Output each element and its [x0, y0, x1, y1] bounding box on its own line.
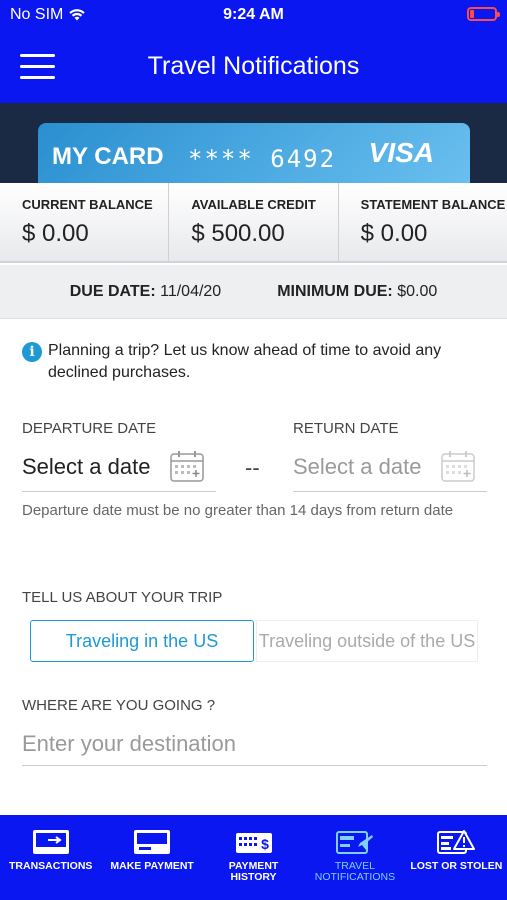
return-date-value: Select a date — [293, 454, 422, 479]
trip-type-label: TELL US ABOUT YOUR TRIP — [22, 589, 223, 606]
tab-bar: TRANSACTIONS MAKE PAYMENT $ PAYMENT HIST… — [0, 815, 507, 900]
destination-label: WHERE ARE YOU GOING ? — [22, 697, 216, 714]
tab-label: PAYMENT HISTORY — [228, 860, 279, 883]
card-icon — [134, 830, 171, 854]
payment-history-icon: $ — [235, 833, 272, 853]
minimum-due-label: MINIMUM DUE: — [277, 282, 393, 300]
departure-date-label: DEPARTURE DATE — [22, 420, 157, 437]
screen: No SIM 9:24 AM Travel Notifications MY C… — [0, 0, 507, 900]
tab-lost-or-stolen[interactable]: LOST OR STOLEN — [406, 815, 507, 900]
date-separator: -- — [245, 455, 260, 480]
top-bar: No SIM 9:24 AM Travel Notifications — [0, 0, 507, 103]
balance-value: $ 0.00 — [360, 220, 428, 247]
statement-balance: STATEMENT BALANCE $ 0.00 — [339, 183, 507, 261]
card-number: **** 6492 — [188, 145, 337, 173]
return-date-field[interactable]: Select a date — [293, 448, 487, 492]
departure-date-value: Select a date — [22, 454, 151, 479]
tab-label: LOST OR STOLEN — [410, 860, 503, 872]
calendar-icon[interactable] — [170, 450, 204, 482]
due-date-value: 11/04/20 — [160, 282, 222, 300]
calendar-icon[interactable] — [441, 450, 475, 482]
page-title: Travel Notifications — [147, 52, 360, 80]
tab-payment-history[interactable]: $ PAYMENT HISTORY — [203, 815, 304, 900]
balance-value: $ 500.00 — [191, 220, 285, 247]
info-text: Planning a trip? Let us know ahead of ti… — [48, 342, 442, 381]
transactions-icon — [32, 830, 69, 854]
date-helper-text: Departure date must be no greater than 1… — [22, 502, 454, 519]
tab-label: TRAVEL NOTIFICATIONS — [314, 860, 396, 883]
info-message: i Planning a trip? Let us know ahead of … — [22, 340, 492, 384]
balances-row: CURRENT BALANCE $ 0.00 AVAILABLE CREDIT … — [0, 183, 507, 263]
destination-input[interactable] — [22, 722, 487, 766]
due-date-label: DUE DATE: — [69, 282, 156, 300]
status-bar: No SIM 9:24 AM — [0, 0, 507, 30]
card-brand-logo: VISA — [368, 137, 434, 168]
card-label: MY CARD — [52, 143, 164, 170]
balance-label: STATEMENT BALANCE — [360, 197, 506, 212]
tab-make-payment[interactable]: MAKE PAYMENT — [101, 815, 202, 900]
option-us[interactable]: Traveling in the US — [30, 620, 254, 662]
due-date: DUE DATE: 11/04/20 — [70, 283, 221, 301]
card-banner: MY CARD **** 6492 VISA — [0, 103, 507, 183]
available-credit: AVAILABLE CREDIT $ 500.00 — [169, 183, 339, 261]
minimum-due: MINIMUM DUE: $0.00 — [277, 283, 437, 301]
current-balance: CURRENT BALANCE $ 0.00 — [0, 183, 170, 261]
balance-label: AVAILABLE CREDIT — [191, 197, 316, 212]
minimum-due-value: $0.00 — [397, 282, 438, 300]
return-date-label: RETURN DATE — [293, 420, 399, 437]
battery-icon — [467, 7, 500, 21]
tab-label: TRANSACTIONS — [8, 860, 93, 872]
balance-value: $ 0.00 — [22, 220, 89, 247]
balance-label: CURRENT BALANCE — [22, 197, 153, 212]
tab-travel-notifications[interactable]: TRAVEL NOTIFICATIONS — [304, 815, 405, 900]
credit-card: MY CARD **** 6492 VISA — [38, 123, 470, 183]
info-icon: i — [22, 342, 42, 362]
tab-transactions[interactable]: TRANSACTIONS — [0, 815, 101, 900]
tab-label: MAKE PAYMENT — [110, 860, 194, 872]
departure-date-field[interactable]: Select a date — [22, 448, 216, 492]
option-outside-us[interactable]: Traveling outside of the US — [256, 620, 478, 662]
status-time: 9:24 AM — [223, 6, 284, 23]
travel-icon — [335, 831, 373, 854]
alert-card-icon — [437, 830, 476, 854]
due-row: DUE DATE: 11/04/20 MINIMUM DUE: $0.00 — [0, 265, 507, 319]
svg-text:$: $ — [261, 836, 269, 852]
